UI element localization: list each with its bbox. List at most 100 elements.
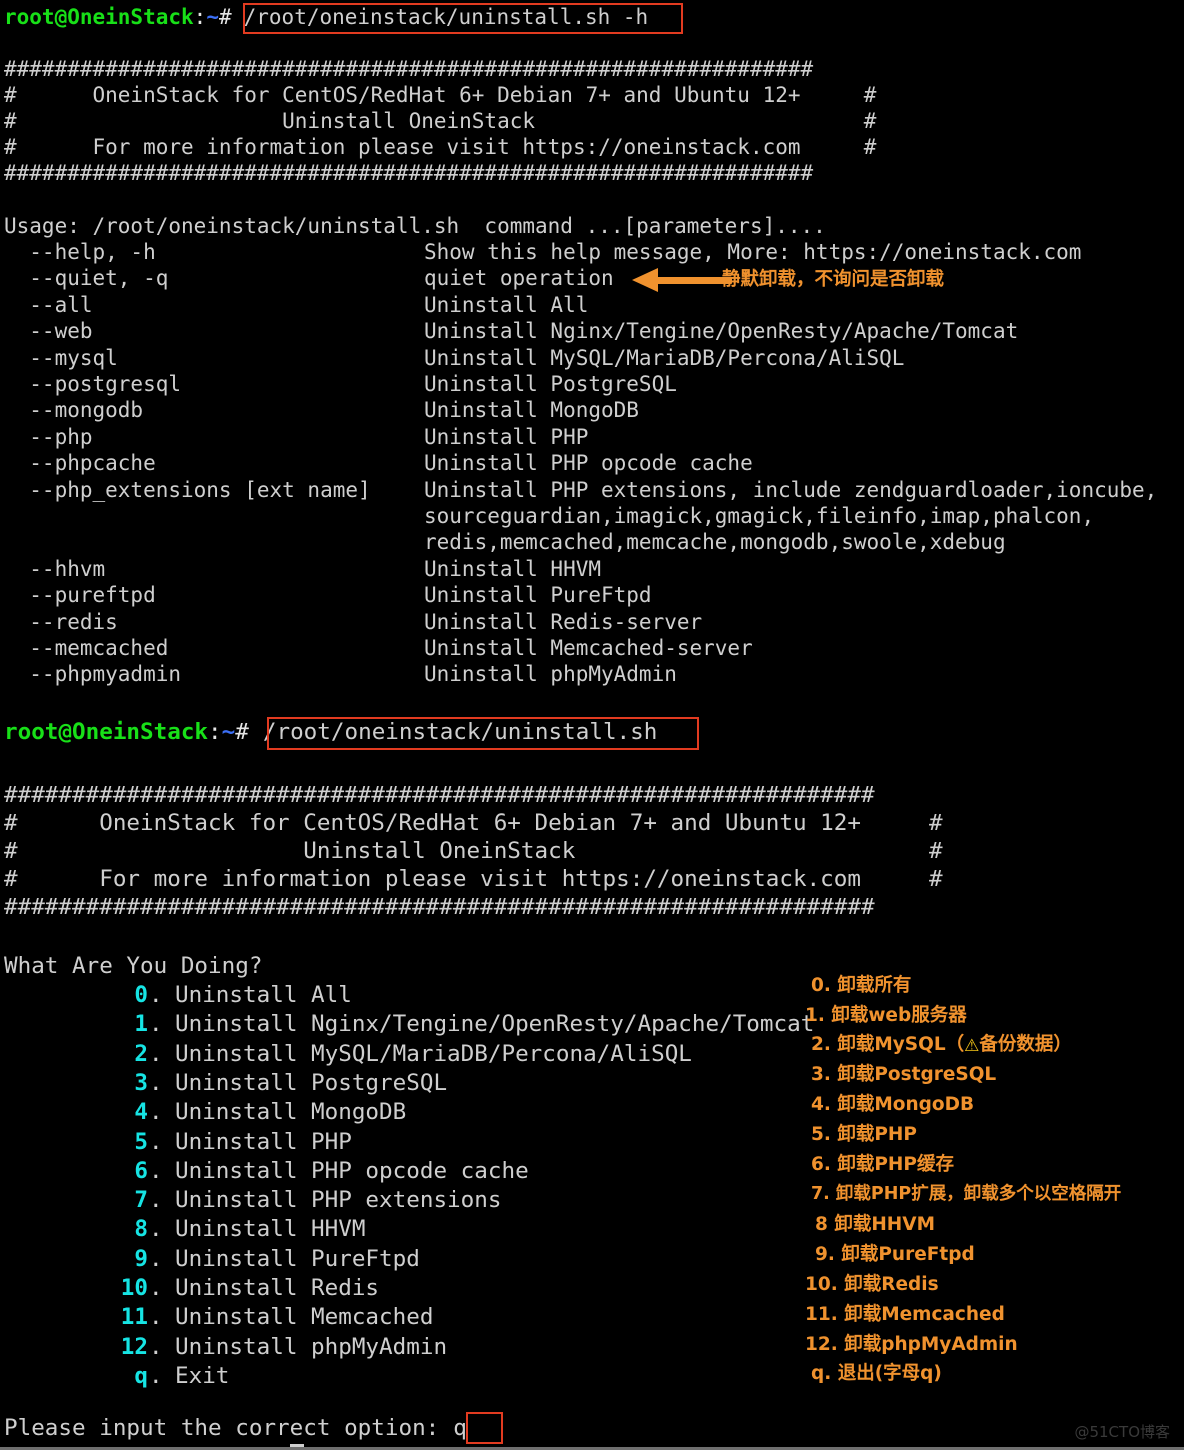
command-text-2: /root/oneinstack/uninstall.sh: [262, 719, 658, 745]
banner2-line-2: # Uninstall OneinStack #: [4, 838, 943, 864]
input-value[interactable]: q: [439, 1415, 467, 1441]
menu-annotation: 3. 卸载PostgreSQL: [811, 1064, 997, 1085]
input-highlight-box: [466, 1412, 503, 1444]
menu-item-key: 11: [120, 1304, 148, 1331]
option-row: --phpmyadmin Uninstall phpMyAdmin: [4, 661, 677, 687]
terminal-screen: root@OneinStack:~#/root/oneinstack/unins…: [0, 0, 1184, 1450]
menu-item-dot: .: [149, 1275, 163, 1301]
menu-annotation-text: 2. 卸载MySQL（: [811, 1034, 965, 1055]
option-row: --hhvm Uninstall HHVM: [4, 556, 601, 582]
menu-annotation: q. 退出(字母q): [811, 1363, 942, 1384]
banner2-line-1: # OneinStack for CentOS/RedHat 6+ Debian…: [4, 810, 943, 836]
menu-item-dot: .: [149, 1099, 163, 1126]
arrow-left-icon: [632, 268, 732, 292]
menu-item-label: Uninstall Memcached: [175, 1304, 434, 1331]
option-flag: --all: [4, 292, 93, 317]
menu-annotation-suffix: 备份数据）: [979, 1034, 1072, 1055]
option-flag: --phpcache: [4, 451, 156, 476]
option-row: --help, -h Show this help message, More: …: [4, 239, 1081, 265]
option-flag: --quiet, -q: [4, 266, 169, 291]
option-description: Uninstall All: [424, 292, 589, 317]
option-description: Uninstall MongoDB: [424, 398, 639, 423]
menu-item-key: 12: [120, 1333, 148, 1360]
menu-item-key: 3: [134, 1069, 148, 1096]
input-prompt-line: Please input the correct option: q: [4, 1414, 467, 1443]
menu-annotation: 12. 卸载phpMyAdmin: [805, 1334, 1018, 1355]
menu-annotation: 7. 卸载PHP扩展，卸载多个以空格隔开: [811, 1184, 1122, 1204]
menu-item-label: Uninstall PostgreSQL: [175, 1069, 448, 1096]
option-flag: --mongodb: [4, 398, 144, 423]
option-description: Uninstall HHVM: [424, 556, 602, 581]
option-row: --all Uninstall All: [4, 292, 588, 318]
menu-annotation: 2. 卸载MySQL（⚠备份数据）: [811, 1034, 1072, 1056]
banner1-rule-bottom: ########################################…: [4, 161, 814, 185]
option-flag: --postgresql: [4, 372, 182, 396]
usage-line: Usage: /root/oneinstack/uninstall.sh com…: [4, 214, 826, 238]
option-flag: --help, -h: [4, 240, 156, 264]
prompt-line-1: root@OneinStack:~# /root/oneinstack/unins…: [4, 4, 648, 30]
prompt-user-host-2: root@OneinStack: [4, 719, 209, 745]
menu-item-dot: .: [149, 1011, 163, 1038]
banner1-rule-top: ########################################…: [4, 57, 814, 81]
menu-item-label: Uninstall MySQL/MariaDB/Percona/AliSQL: [175, 1040, 692, 1067]
option-description: Uninstall Nginx/Tengine/OpenResty/Apache…: [424, 319, 1019, 344]
menu-item-dot: .: [149, 1128, 163, 1155]
menu-annotation: 0. 卸载所有: [811, 975, 912, 996]
cursor-underline: [290, 1444, 304, 1447]
menu-item-key: q: [134, 1362, 148, 1389]
option-flag: --web: [4, 319, 93, 344]
menu-item-dot: .: [149, 1362, 163, 1389]
option-description: Uninstall phpMyAdmin: [424, 662, 677, 687]
menu-item-key: 5: [134, 1128, 148, 1155]
banner1-line-1: # OneinStack for CentOS/RedHat 6+ Debian…: [4, 83, 877, 107]
prompt-colon-2: :: [208, 719, 222, 745]
menu-item-key: 6: [134, 1157, 148, 1184]
menu-item-key: 0: [134, 982, 148, 1008]
option-row: --redis Uninstall Redis-server: [4, 609, 702, 635]
option-description: Uninstall Redis-server: [424, 609, 703, 634]
menu-item-dot: .: [149, 1245, 163, 1272]
menu-item-label: Uninstall PureFtpd: [175, 1245, 420, 1272]
input-prompt-label: Please input the correct option:: [4, 1415, 440, 1441]
option-description: Show this help message, More: https://on…: [424, 240, 1082, 264]
menu-item-key: 9: [134, 1245, 148, 1272]
menu-item-label: Uninstall HHVM: [175, 1216, 366, 1243]
option-row: --pureftpd Uninstall PureFtpd: [4, 582, 651, 608]
banner2-rule-top: ########################################…: [4, 782, 875, 808]
prompt-colon: :: [193, 5, 207, 29]
menu-item-dot: .: [149, 1187, 163, 1214]
option-description: quiet operation: [424, 266, 614, 291]
option-flag: --pureftpd: [4, 583, 156, 608]
menu-title: What Are You Doing?: [4, 953, 263, 979]
menu-item-dot: .: [149, 1304, 163, 1331]
option-flag: --redis: [4, 609, 118, 634]
option-row: --php_extensions [ext name] Uninstall PHP…: [4, 477, 1157, 503]
option-flag: --mysql: [4, 345, 118, 370]
menu-item-label: Uninstall PHP extensions: [175, 1187, 502, 1214]
banner2-rule-bottom: ########################################…: [4, 894, 875, 920]
option-row: --php Uninstall PHP: [4, 424, 588, 450]
option-row: --memcached Uninstall Memcached-server: [4, 635, 752, 661]
menu-item-key: 2: [134, 1040, 148, 1067]
menu-item-dot: .: [149, 1069, 163, 1096]
option-description: redis,memcached,memcache,mongodb,swoole,…: [424, 530, 1006, 555]
option-row: --postgresql Uninstall PostgreSQL: [4, 371, 677, 397]
banner1-line-2: # Uninstall OneinStack #: [4, 109, 877, 133]
command-text-1: /root/oneinstack/uninstall.sh -h: [243, 5, 649, 29]
prompt-sigil: #: [218, 5, 232, 29]
warning-icon: ⚠: [964, 1036, 980, 1056]
option-description: Uninstall MySQL/MariaDB/Percona/AliSQL: [424, 345, 905, 370]
menu-item-key: 10: [120, 1275, 148, 1301]
prompt-line-2: root@OneinStack:~# /root/oneinstack/unins…: [4, 718, 657, 747]
annotation-quiet: 静默卸载，不询问是否卸载: [722, 269, 945, 290]
menu-annotation: 10. 卸载Redis: [805, 1274, 939, 1295]
menu-item-key: 8: [134, 1216, 148, 1243]
menu-annotation: 6. 卸载PHP缓存: [811, 1154, 954, 1175]
option-flag: --php_extensions [ext name]: [4, 477, 371, 502]
menu-item-key: 1: [134, 1011, 148, 1038]
option-row: --mongodb Uninstall MongoDB: [4, 397, 639, 423]
menu-annotation: 4. 卸载MongoDB: [811, 1094, 975, 1115]
watermark: @51CTO博客: [1074, 1423, 1170, 1441]
menu-item-label: Uninstall PHP: [175, 1128, 352, 1155]
option-flag: --phpmyadmin: [4, 662, 182, 687]
